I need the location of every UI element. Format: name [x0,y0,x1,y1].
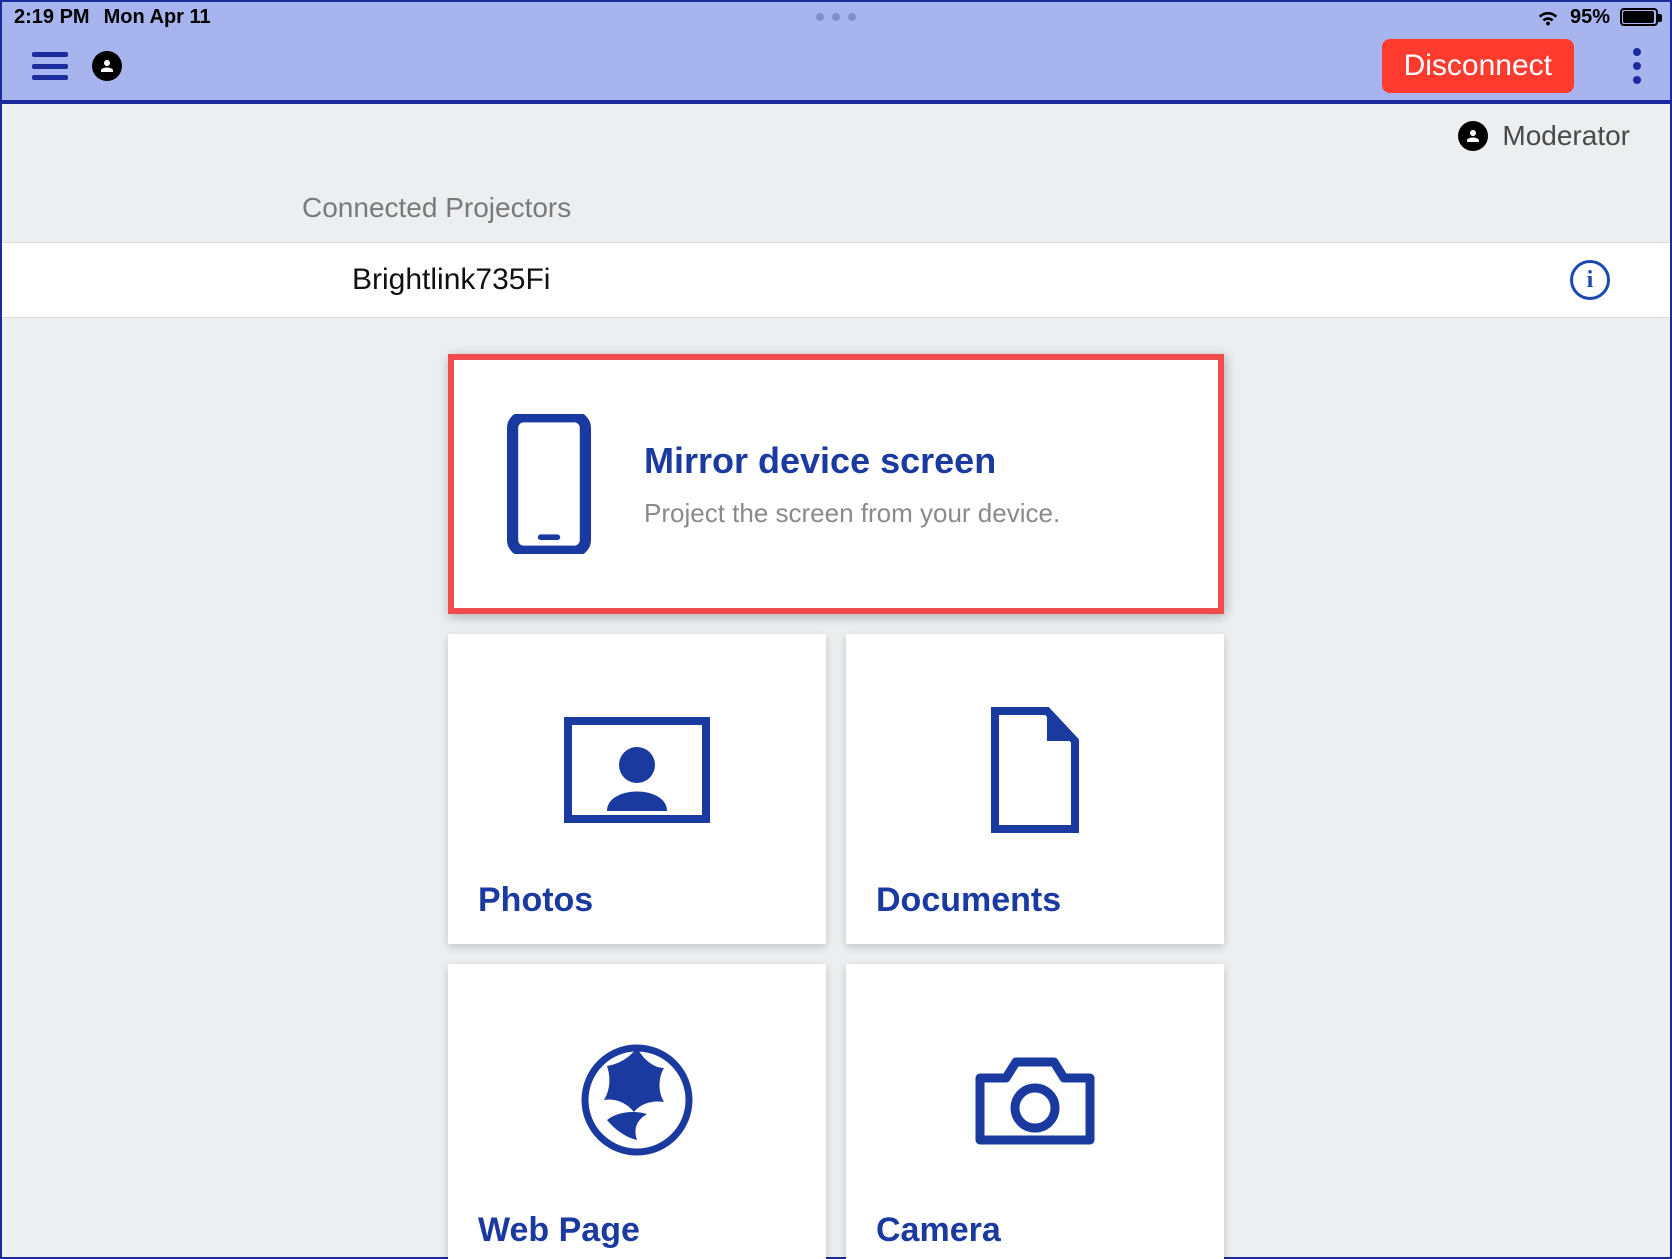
photos-tile[interactable]: Photos [448,634,826,944]
battery-icon [1620,8,1658,26]
app-toolbar: Disconnect [2,32,1670,104]
disconnect-button[interactable]: Disconnect [1382,39,1574,93]
moderator-label: Moderator [1502,120,1630,152]
webpage-label: Web Page [478,1211,796,1250]
photos-label: Photos [478,881,796,920]
app-screen: 2:19 PM Mon Apr 11 95% Disconnect [0,0,1672,1259]
camera-tile[interactable]: Camera [846,964,1224,1259]
info-icon[interactable]: i [1570,260,1610,300]
globe-icon [478,988,796,1211]
mirror-title: Mirror device screen [644,440,1060,482]
webpage-tile[interactable]: Web Page [448,964,826,1259]
phone-icon [504,414,594,554]
document-icon [876,658,1194,881]
photos-icon [478,658,796,881]
moderator-user-icon [1458,121,1488,151]
documents-tile[interactable]: Documents [846,634,1224,944]
wifi-icon [1536,8,1560,26]
battery-percent: 95% [1570,6,1610,29]
tiles-container: Mirror device screen Project the screen … [446,354,1226,1259]
menu-icon[interactable] [32,52,68,80]
mirror-subtitle: Project the screen from your device. [644,498,1060,529]
documents-label: Documents [876,881,1194,920]
projector-row[interactable]: Brightlink735Fi i [2,242,1670,318]
status-time: 2:19 PM [14,6,90,29]
mirror-device-tile[interactable]: Mirror device screen Project the screen … [448,354,1224,614]
status-date: Mon Apr 11 [104,6,211,29]
connected-projectors-label: Connected Projectors [2,162,1670,242]
status-bar: 2:19 PM Mon Apr 11 95% [2,2,1670,32]
content-area: Moderator Connected Projectors Brightlin… [2,104,1670,1259]
status-right: 95% [1536,6,1658,29]
more-options-icon[interactable] [1622,48,1652,84]
multitask-dots[interactable] [816,13,856,21]
projector-name: Brightlink735Fi [352,263,550,297]
moderator-indicator: Moderator [2,104,1670,162]
camera-label: Camera [876,1211,1194,1250]
camera-icon [876,988,1194,1211]
user-avatar-icon[interactable] [92,51,122,81]
